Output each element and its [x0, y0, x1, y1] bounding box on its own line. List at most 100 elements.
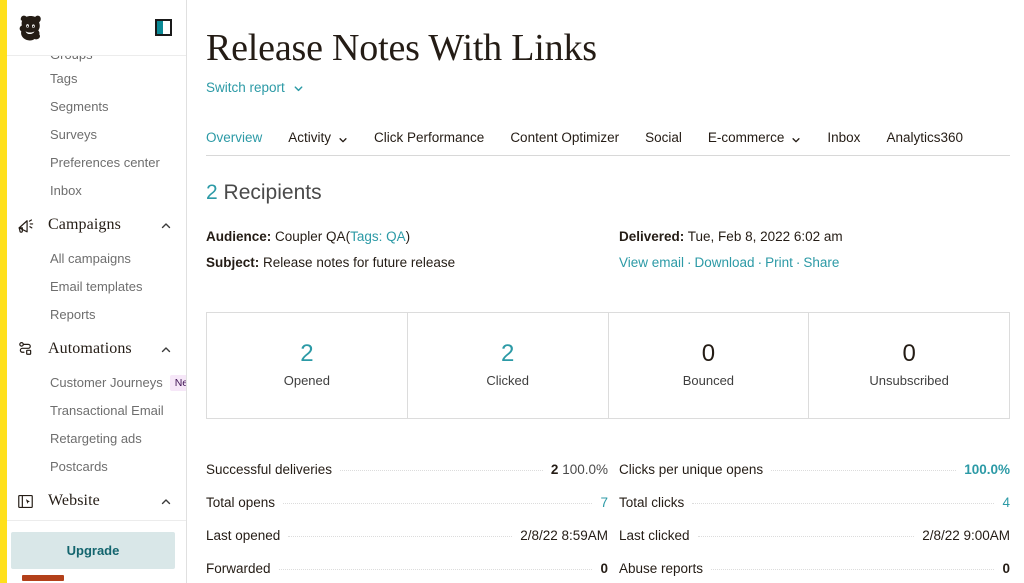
- tab-label: E-commerce: [707, 130, 785, 145]
- campaign-actions: View email · Download · Print · Share: [619, 250, 1010, 276]
- mailchimp-freddie-logo[interactable]: [14, 11, 48, 45]
- sidebar-item-reports[interactable]: Reports: [0, 301, 186, 329]
- sidebar-item-label: Customer Journeys: [50, 375, 163, 390]
- campaign-meta-left: Audience: Coupler QA(Tags: QA) Subject: …: [206, 224, 608, 276]
- brand-edge-bar: [0, 0, 7, 583]
- sidebar-item-email-templates[interactable]: Email templates: [0, 273, 186, 301]
- detail-value-primary: 2/8/22 9:00AM: [922, 528, 1010, 543]
- tab-social[interactable]: Social: [632, 130, 695, 145]
- tab-label: Content Optimizer: [510, 130, 620, 145]
- tab-content-optimizer[interactable]: Content Optimizer: [497, 130, 632, 145]
- sidebar-group-campaigns[interactable]: Campaigns: [0, 205, 186, 245]
- sidebar-item-label: Tags: [50, 71, 78, 86]
- detail-value-primary: 4: [1002, 495, 1010, 510]
- tab-ecommerce[interactable]: E-commerce: [695, 130, 815, 145]
- sidebar-group-label: Website: [48, 492, 100, 509]
- stat-label: Opened: [283, 373, 330, 388]
- detail-value[interactable]: 4: [1002, 490, 1010, 516]
- download-link[interactable]: Download: [695, 255, 755, 270]
- sidebar-item-tags[interactable]: Tags: [0, 65, 186, 93]
- sidebar-group-label: Automations: [48, 340, 132, 357]
- stat-label: Clicked: [486, 373, 529, 388]
- stat-box-bounced[interactable]: 0 Bounced: [609, 313, 810, 418]
- switch-report-link[interactable]: Switch report: [206, 80, 304, 95]
- leader-dots: [283, 503, 593, 504]
- action-separator: ·: [687, 255, 692, 270]
- detail-value[interactable]: 7: [600, 490, 608, 516]
- sidebar-nav: Groups Tags Segments Surveys Preferences…: [0, 56, 186, 520]
- detail-value[interactable]: 100.0%: [964, 457, 1010, 483]
- sidebar-item-segments[interactable]: Segments: [0, 93, 186, 121]
- tab-label: Overview: [206, 130, 263, 145]
- tab-label: Activity: [288, 130, 332, 145]
- audience-paren-close: ): [405, 229, 411, 244]
- detail-label: Successful deliveries: [206, 462, 333, 477]
- sidebar-item-label: Inbox: [50, 183, 82, 198]
- app-root: Groups Tags Segments Surveys Preferences…: [0, 0, 1024, 583]
- detail-row-total-opens: Total opens 7: [206, 490, 608, 516]
- sidebar-item-label: Segments: [50, 99, 109, 114]
- sidebar-item-customer-journeys[interactable]: Customer Journeys New: [0, 369, 186, 397]
- recipients-label: Recipients: [223, 181, 322, 204]
- chevron-down-icon: [338, 133, 348, 143]
- detail-stats-left: Successful deliveries 2 100.0% Total ope…: [206, 457, 608, 582]
- chevron-up-icon[interactable]: [160, 219, 172, 231]
- detail-label: Total opens: [206, 495, 276, 510]
- sidebar-item-label: Email templates: [50, 279, 143, 294]
- leader-dots: [288, 536, 513, 537]
- panel-toggle-icon[interactable]: [155, 19, 172, 36]
- page-title: Release Notes With Links: [206, 27, 597, 69]
- view-email-link[interactable]: View email: [619, 255, 684, 270]
- sidebar-item-clipped[interactable]: Groups: [0, 56, 186, 65]
- sidebar: Groups Tags Segments Surveys Preferences…: [0, 0, 187, 583]
- detail-value-primary: 2: [550, 462, 559, 477]
- subject-label: Subject:: [206, 255, 260, 270]
- stat-value: 2: [500, 340, 515, 367]
- sidebar-group-website[interactable]: Website: [0, 481, 186, 520]
- campaign-meta: Audience: Coupler QA(Tags: QA) Subject: …: [206, 224, 1010, 276]
- subject-row: Subject: Release notes for future releas…: [206, 250, 608, 276]
- tab-click-performance[interactable]: Click Performance: [361, 130, 497, 145]
- sidebar-item-all-campaigns[interactable]: All campaigns: [0, 245, 186, 273]
- stat-box-clicked[interactable]: 2 Clicked: [408, 313, 609, 418]
- action-separator: ·: [795, 255, 801, 270]
- detail-row-last-clicked: Last clicked 2/8/22 9:00AM: [619, 523, 1010, 549]
- share-link[interactable]: Share: [803, 255, 839, 270]
- audience-tags-link[interactable]: Tags: QA: [350, 229, 406, 244]
- chevron-up-icon[interactable]: [160, 495, 172, 507]
- tab-label: Analytics360: [886, 130, 963, 145]
- sidebar-item-postcards[interactable]: Postcards: [0, 453, 186, 481]
- tab-analytics360[interactable]: Analytics360: [873, 130, 976, 145]
- stat-box-unsubscribed[interactable]: 0 Unsubscribed: [809, 313, 1009, 418]
- sidebar-item-transactional-email[interactable]: Transactional Email: [0, 397, 186, 425]
- sidebar-item-label: Postcards: [50, 459, 108, 474]
- tab-label: Inbox: [827, 130, 861, 145]
- print-link[interactable]: Print: [765, 255, 793, 270]
- detail-label: Last clicked: [619, 528, 690, 543]
- detail-value-primary: 7: [600, 495, 608, 510]
- delivered-row: Delivered: Tue, Feb 8, 2022 6:02 am: [619, 224, 1010, 250]
- sidebar-item-label: Preferences center: [50, 155, 160, 170]
- tab-inbox[interactable]: Inbox: [814, 130, 873, 145]
- leader-dots: [278, 569, 593, 570]
- audience-label: Audience:: [206, 229, 272, 244]
- sidebar-group-automations[interactable]: Automations: [0, 329, 186, 369]
- tab-activity[interactable]: Activity: [275, 130, 361, 145]
- tab-overview[interactable]: Overview: [206, 130, 275, 145]
- stat-box-opened[interactable]: 2 Opened: [207, 313, 408, 418]
- sidebar-item-inbox[interactable]: Inbox: [0, 177, 186, 205]
- detail-label: Last opened: [206, 528, 281, 543]
- sidebar-group-label: Campaigns: [48, 216, 121, 233]
- chevron-up-icon[interactable]: [160, 343, 172, 355]
- sidebar-item-label: All campaigns: [50, 251, 131, 266]
- detail-row-forwarded: Forwarded 0: [206, 556, 608, 582]
- sidebar-item-preferences-center[interactable]: Preferences center: [0, 149, 186, 177]
- megaphone-icon: [14, 214, 36, 236]
- detail-row-total-clicks: Total clicks 4: [619, 490, 1010, 516]
- upgrade-button[interactable]: Upgrade: [11, 532, 175, 569]
- leader-dots: [697, 536, 915, 537]
- detail-value-secondary: 100.0%: [562, 462, 608, 477]
- sidebar-item-retargeting-ads[interactable]: Retargeting ads: [0, 425, 186, 453]
- sidebar-item-surveys[interactable]: Surveys: [0, 121, 186, 149]
- leader-dots: [771, 470, 957, 471]
